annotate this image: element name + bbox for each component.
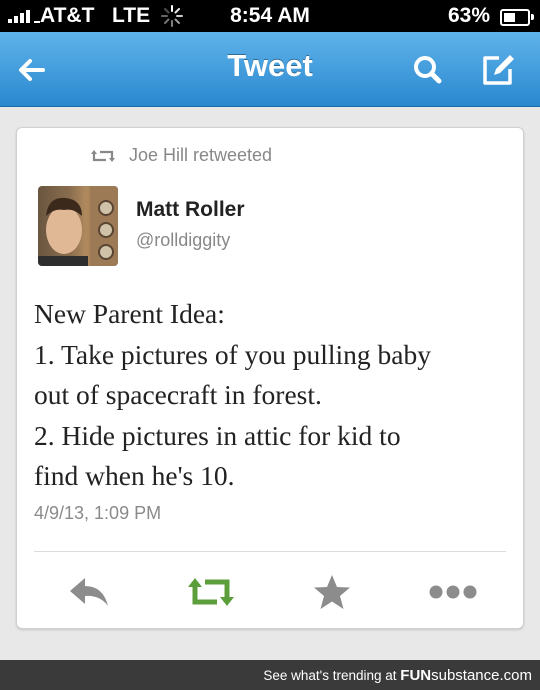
footer-brand-prefix: FUN — [400, 667, 432, 684]
page-title: Tweet — [227, 48, 313, 83]
more-icon — [429, 585, 477, 599]
author-handle[interactable]: @rolldiggity — [136, 230, 230, 251]
footer-text: See what's trending at — [263, 668, 397, 683]
compose-icon — [483, 55, 514, 85]
author-name[interactable]: Matt Roller — [136, 198, 245, 222]
compose-button[interactable] — [478, 50, 518, 90]
search-button[interactable] — [408, 50, 448, 90]
favorite-button[interactable] — [310, 572, 354, 612]
retweet-button[interactable] — [187, 572, 234, 612]
star-icon — [314, 575, 350, 609]
retweet-small-icon — [91, 149, 115, 162]
reply-button[interactable] — [67, 572, 111, 612]
footer-brand-suffix: substance.com — [431, 667, 532, 684]
tweet-card: Joe Hill retweeted Matt Roller @rolldigg… — [16, 127, 524, 629]
footer-banner: See what's trending at FUNsubstance.com — [0, 660, 540, 690]
tweet-text-line: find when he's 10. — [34, 460, 235, 491]
retweet-context: Joe Hill retweeted — [91, 145, 272, 166]
avatar[interactable] — [38, 186, 118, 266]
avatar-photo — [38, 186, 118, 266]
retweeted-by-label: Joe Hill retweeted — [129, 145, 273, 165]
more-button[interactable] — [427, 572, 481, 612]
battery-fill — [504, 13, 516, 22]
search-icon — [414, 56, 442, 84]
retweet-icon — [188, 578, 234, 606]
status-bar: AT&T LTE 8:54 AM 63% — [0, 0, 540, 32]
divider — [34, 551, 506, 552]
battery-percent: 63% — [448, 4, 491, 27]
tweet-text-line: 2. Hide pictures in attic for kid to — [34, 419, 401, 451]
nav-bar: Tweet — [0, 32, 540, 107]
tweet-text-line: 1. Take pictures of you pulling baby — [34, 338, 432, 370]
tweet-text-line: out of spacecraft in forest. — [34, 379, 322, 410]
battery-icon — [500, 9, 534, 26]
tweet-text-line: New Parent Idea: — [34, 298, 225, 329]
footer-brand[interactable]: FUNsubstance.com — [400, 667, 532, 684]
tweet-text: New Parent Idea: 1. Take pictures of you… — [34, 294, 514, 497]
reply-icon — [70, 578, 108, 606]
tweet-timestamp: 4/9/13, 1:09 PM — [34, 503, 162, 523]
